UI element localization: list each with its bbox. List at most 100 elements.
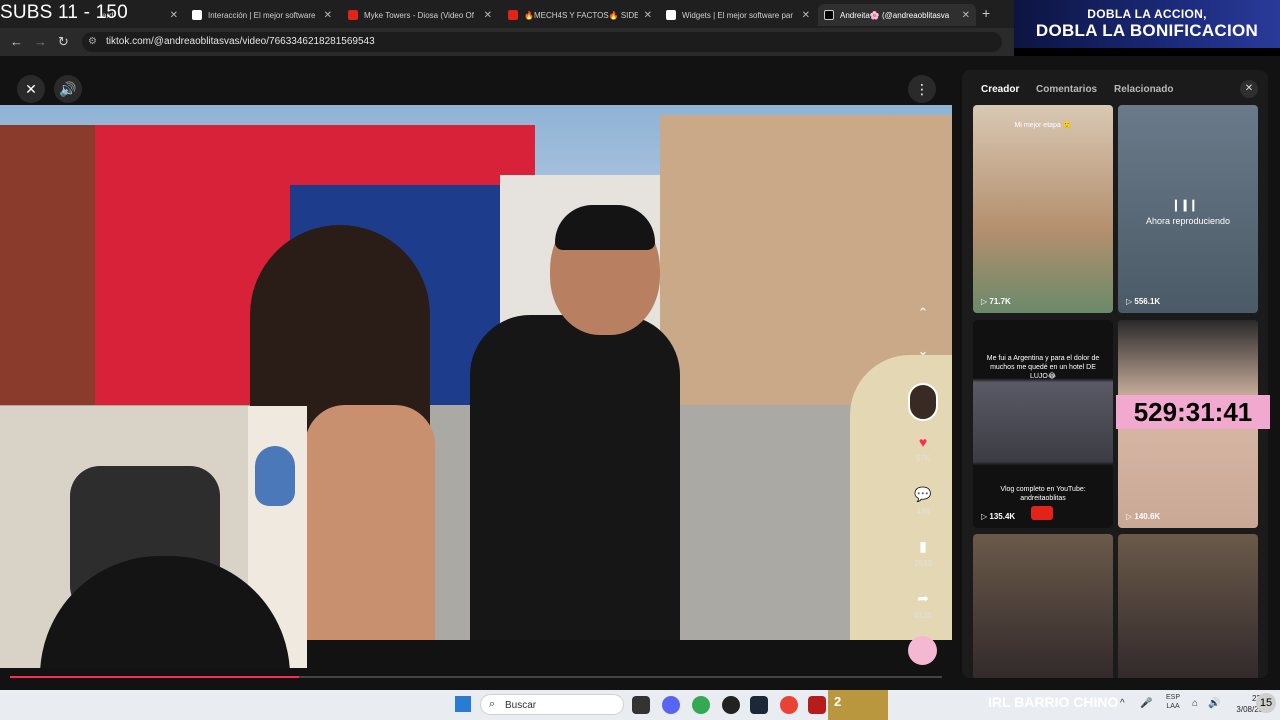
comment-icon: 💬	[914, 486, 932, 502]
volume-icon[interactable]: 🔊	[1208, 698, 1220, 709]
discord-icon[interactable]	[662, 696, 680, 714]
close-icon[interactable]: ✕	[484, 10, 492, 21]
taskbar-search[interactable]: ⌕ Buscar	[480, 694, 624, 715]
close-icon[interactable]: ✕	[644, 10, 652, 21]
url-text: tiktok.com/@andreaoblitasvas/video/76633…	[106, 36, 375, 47]
network-icon[interactable]: ⌂	[1192, 698, 1198, 709]
thumbnail-caption-secondary: Vlog completo en YouTube: andreitaoblita…	[1000, 486, 1086, 502]
next-video-icon[interactable]: ⌄	[912, 340, 934, 362]
comment-count: 446	[916, 507, 930, 516]
chrome-icon[interactable]	[692, 696, 710, 714]
promo-banner: DOBLA LA ACCION, DOBLA LA BONIFICACION	[1014, 0, 1280, 48]
floating-action-dot[interactable]	[908, 636, 937, 665]
view-count: ▷ 556.1K	[1126, 297, 1161, 306]
side-panel: Creador Comentarios Relacionado ✕ Mi mej…	[962, 70, 1268, 678]
video-thumbnail[interactable]	[1118, 534, 1258, 678]
view-count-value: 556.1K	[1134, 297, 1161, 306]
tab-label: Interacción | El mejor software	[208, 10, 316, 20]
video-building	[0, 125, 95, 405]
favicon-icon	[192, 10, 202, 20]
chrome-icon[interactable]	[780, 696, 798, 714]
video-progress-fill	[10, 676, 299, 678]
tab-label: Andreita🌸 (@andreaoblitasva	[840, 10, 950, 20]
scene-label-overlay: IRL BARRIO CHINO	[988, 694, 1119, 710]
save-button[interactable]: ▮ 2533	[900, 538, 946, 568]
video-progress-bar[interactable]	[10, 676, 942, 678]
close-icon[interactable]: ✕	[324, 10, 332, 21]
save-count: 2533	[914, 559, 932, 568]
task-view-icon[interactable]	[632, 696, 650, 714]
video-thumbnail[interactable]: Me fui a Argentina y para el dolor de mu…	[973, 320, 1113, 528]
back-arrow-icon[interactable]: ←	[10, 34, 23, 49]
youtube-logo-icon	[1031, 506, 1053, 520]
notification-badge[interactable]: 15	[1256, 693, 1276, 713]
video-thumbnail[interactable]: Mi mejor etapa 🙂 ▷ 71.7K	[973, 105, 1113, 313]
now-playing-text: Ahora reproduciendo	[1145, 216, 1231, 226]
microphone-icon[interactable]: 🎤	[1140, 698, 1152, 709]
new-tab-button[interactable]: +	[982, 5, 990, 21]
tab-creador[interactable]: Creador	[981, 84, 1019, 95]
windows-start-icon[interactable]	[455, 696, 471, 712]
tab-comentarios[interactable]: Comentarios	[1036, 84, 1097, 95]
app-icon[interactable]	[808, 696, 826, 714]
search-icon: ⌕	[489, 698, 496, 710]
language-indicator[interactable]: ESP LAA	[1166, 693, 1180, 711]
browser-tab[interactable]: Widgets | El mejor software par ✕	[660, 4, 816, 26]
forward-arrow-icon[interactable]: →	[34, 34, 47, 49]
youtube-favicon-icon	[348, 10, 358, 20]
close-icon[interactable]: ✕	[802, 10, 810, 21]
more-options-button[interactable]: ⋮	[908, 75, 936, 103]
search-placeholder: Buscar	[505, 700, 537, 711]
close-icon[interactable]: ✕	[170, 10, 178, 21]
like-button[interactable]: ♥ 57K	[900, 434, 946, 463]
heart-icon: ♥	[918, 434, 928, 450]
url-field[interactable]: ⚙ tiktok.com/@andreaoblitasvas/video/766…	[82, 32, 1002, 52]
stream-timer-overlay: 529:31:41	[1116, 395, 1270, 429]
thumbnail-image	[973, 105, 1113, 313]
view-count: ▷ 135.4K	[981, 512, 1016, 521]
panel-close-button[interactable]: ✕	[1240, 80, 1258, 98]
share-button[interactable]: ➦ 4131	[900, 590, 946, 620]
tray-chevron-icon[interactable]: ^	[1120, 698, 1125, 709]
volume-button[interactable]: 🔊	[54, 75, 82, 103]
steam-icon[interactable]	[750, 696, 768, 714]
browser-tab-active[interactable]: Andreita🌸 (@andreaoblitasva ✕	[818, 4, 976, 26]
thumbnail-image	[1118, 534, 1258, 678]
thumbnail-image	[973, 534, 1113, 678]
site-info-icon[interactable]: ⚙	[88, 36, 97, 47]
view-count-value: 135.4K	[989, 512, 1016, 521]
view-count: ▷ 71.7K	[981, 297, 1011, 306]
promo-line2: DOBLA LA BONIFICACION	[1035, 21, 1259, 40]
tab-label: Widgets | El mejor software par	[682, 10, 794, 20]
view-count: ▷ 140.6K	[1126, 512, 1161, 521]
taskbar: ⌕ Buscar 2 IRL BARRIO CHINO ^ 🎤 ESP LAA …	[0, 690, 1280, 720]
video-thumbnail[interactable]	[973, 534, 1113, 678]
view-count-value: 71.7K	[989, 297, 1011, 306]
tab-label: 🔥MECH4S Y FACTOS🔥 SIDER	[524, 10, 638, 20]
browser-tab[interactable]: Interacción | El mejor software ✕	[186, 4, 338, 26]
tab-label: Myke Towers - Diosa (Video Of	[364, 10, 474, 20]
previous-video-icon[interactable]: ⌃	[912, 302, 934, 324]
obs-icon[interactable]	[722, 696, 740, 714]
comment-button[interactable]: 💬 446	[900, 486, 946, 516]
video-person	[470, 315, 680, 640]
close-video-button[interactable]: ✕	[17, 75, 45, 103]
language-code: ESP	[1166, 694, 1181, 701]
youtube-favicon-icon	[508, 10, 518, 20]
view-count-value: 140.6K	[1134, 512, 1161, 521]
video-person-hair	[555, 205, 655, 250]
video-person	[305, 405, 435, 640]
webcam-plush	[255, 446, 295, 506]
browser-tab[interactable]: Myke Towers - Diosa (Video Of ✕	[342, 4, 498, 26]
creator-avatar[interactable]	[908, 383, 938, 421]
webcam-overlay	[0, 406, 307, 668]
tab-relacionado[interactable]: Relacionado	[1114, 84, 1173, 95]
browser-tab[interactable]: 🔥MECH4S Y FACTOS🔥 SIDER ✕	[502, 4, 658, 26]
panel-tabs: Creador Comentarios Relacionado	[962, 84, 1268, 104]
language-variant: LAA	[1166, 703, 1180, 710]
video-thumbnail-current[interactable]: ▎▍▎ Ahora reproduciendo ▷ 556.1K	[1118, 105, 1258, 313]
reload-icon[interactable]: ↻	[58, 34, 69, 50]
taskbar-badge-count: 2	[834, 694, 842, 709]
close-icon[interactable]: ✕	[962, 10, 970, 21]
share-count: 4131	[914, 611, 932, 620]
